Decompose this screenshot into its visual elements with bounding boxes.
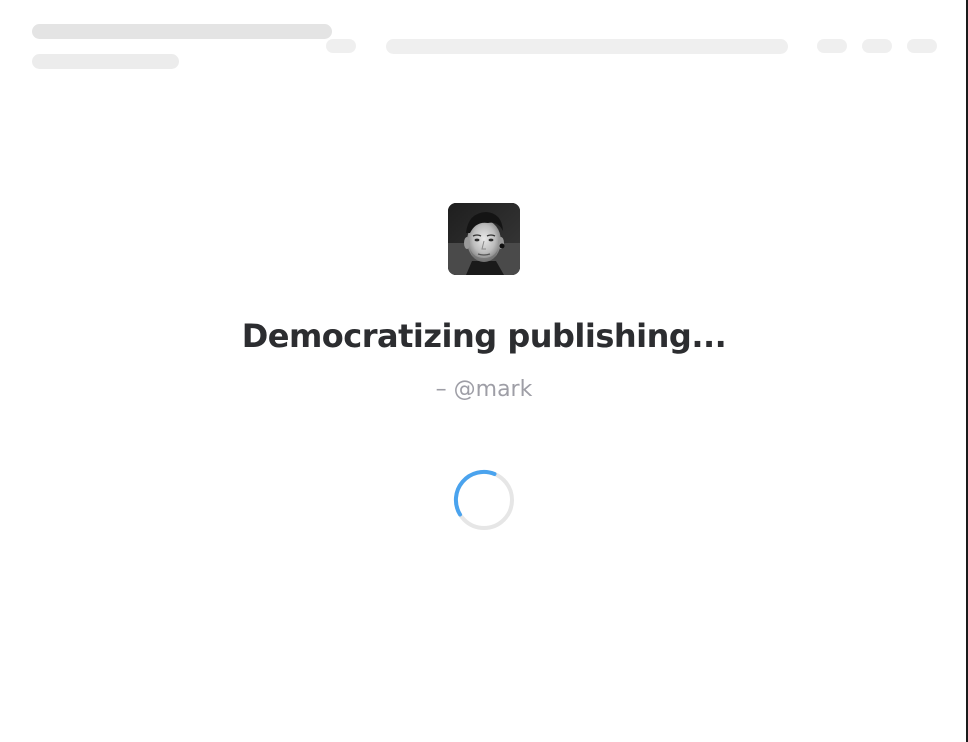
loading-quote: Democratizing publishing... xyxy=(241,317,727,355)
spinner-icon xyxy=(453,469,514,530)
avatar xyxy=(448,203,520,275)
skeleton-header-icon xyxy=(862,39,892,53)
skeleton-workspace-title xyxy=(32,24,332,39)
quote-attribution: – @mark xyxy=(435,377,533,402)
loading-page: Democratizing publishing... – @mark xyxy=(0,0,968,742)
skeleton-search-bar xyxy=(386,39,788,54)
avatar-portrait xyxy=(448,203,520,275)
skeleton-header-icon xyxy=(817,39,847,53)
skeleton-header-icon xyxy=(907,39,937,53)
skeleton-user-name xyxy=(32,54,179,69)
skeleton-channel-pill xyxy=(326,39,356,53)
